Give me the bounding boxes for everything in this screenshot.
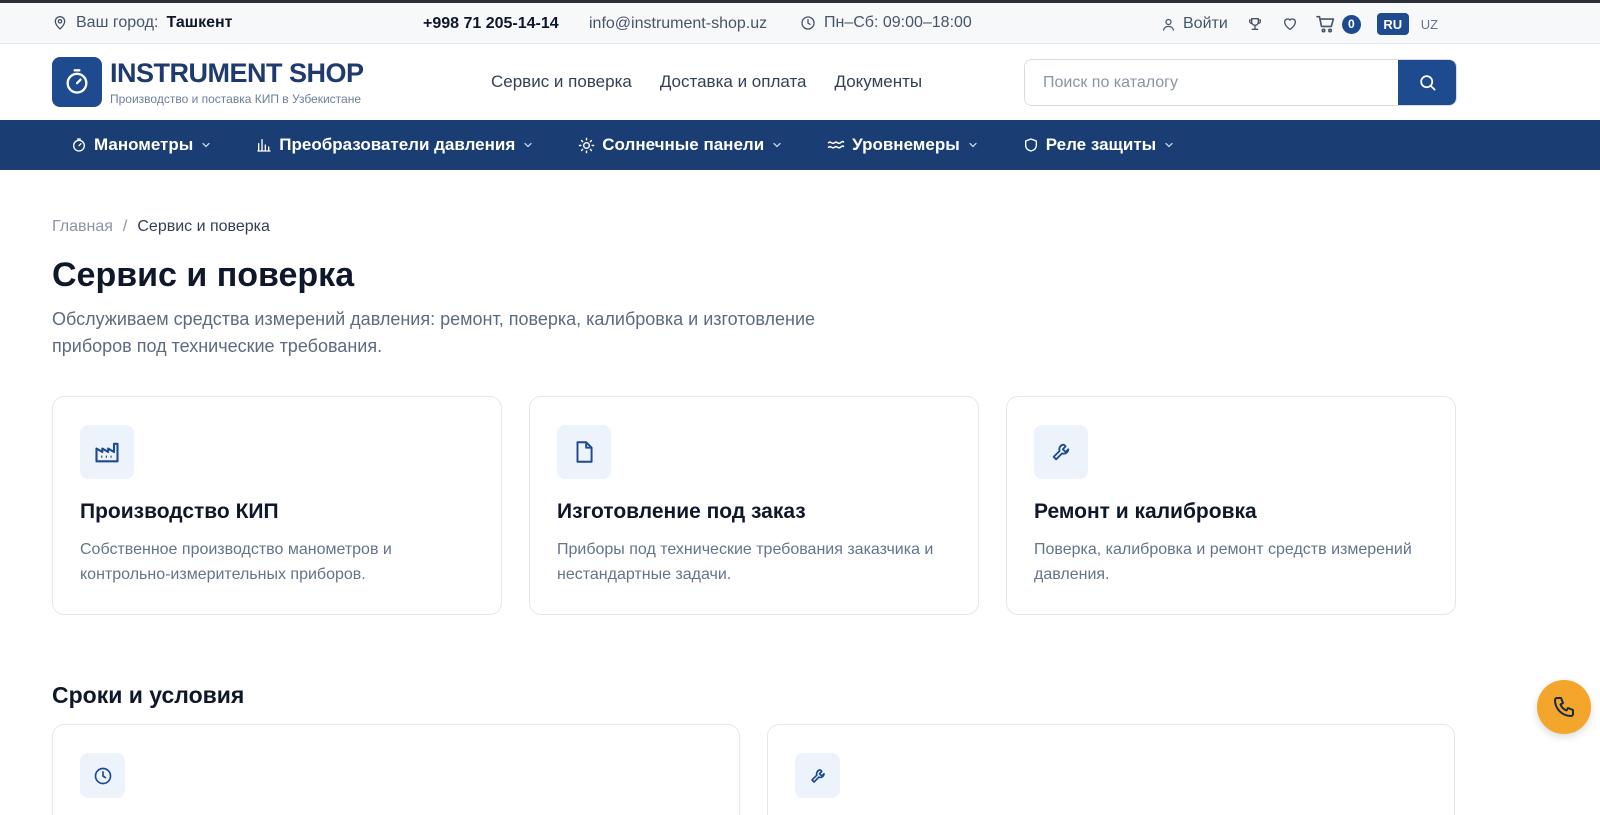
breadcrumb-home[interactable]: Главная — [52, 218, 113, 236]
chevron-down-icon — [771, 139, 783, 151]
breadcrumb-current: Сервис и поверка — [137, 218, 270, 235]
document-icon — [557, 425, 611, 479]
service-card-title: Производство КИП — [80, 500, 279, 523]
category-label: Уровнемеры — [852, 135, 960, 154]
category-manometers[interactable]: Манометры — [71, 135, 212, 155]
wrench-icon — [795, 753, 840, 798]
service-card-title: Ремонт и калибровка — [1034, 500, 1257, 523]
gauge-icon — [71, 137, 87, 153]
login-link[interactable]: Войти — [1161, 15, 1228, 33]
logo-mark[interactable] — [52, 57, 102, 107]
call-button[interactable] — [1537, 680, 1591, 734]
category-pressure-transducers[interactable]: Преобразователи давления — [256, 135, 534, 155]
terms-card-timing[interactable] — [52, 724, 740, 815]
service-card-text: Собственное производство манометров и ко… — [80, 541, 392, 583]
lang-ru-button[interactable]: RU — [1376, 13, 1409, 35]
site-header: INSTRUMENT SHOP Производство и поставка … — [0, 44, 1600, 120]
search-bar — [1024, 59, 1457, 106]
page-lead: Обслуживаем средства измерений давления:… — [52, 309, 816, 356]
category-label: Солнечные панели — [602, 135, 765, 154]
breadcrumb-separator: / — [122, 218, 128, 235]
search-input[interactable] — [1025, 60, 1398, 105]
lang-uz-button[interactable]: UZ — [1421, 17, 1438, 32]
chevron-down-icon — [522, 139, 534, 151]
city-label: Ваш город: — [76, 14, 159, 31]
nav-link-delivery[interactable]: Доставка и оплата — [660, 72, 807, 92]
search-button[interactable] — [1398, 60, 1456, 105]
bars-icon — [256, 137, 272, 153]
service-card-production[interactable]: Производство КИП Собственное производств… — [52, 396, 502, 615]
nav-link-service[interactable]: Сервис и поверка — [491, 72, 632, 92]
login-label: Войти — [1183, 15, 1228, 32]
city-selector[interactable]: Ваш город: Ташкент — [52, 14, 232, 32]
category-label: Манометры — [94, 135, 194, 154]
terms-cards — [52, 724, 1455, 815]
sun-icon — [578, 137, 595, 154]
logo-title[interactable]: INSTRUMENT SHOP — [110, 58, 364, 89]
stopwatch-icon — [63, 68, 91, 96]
cart-button[interactable]: 0 — [1315, 14, 1361, 34]
terms-card-service[interactable] — [767, 724, 1455, 815]
category-label: Реле защиты — [1045, 135, 1157, 154]
search-icon — [1418, 73, 1437, 92]
service-card-text: Приборы под технические требования заказ… — [557, 541, 934, 583]
favorites-heart-icon[interactable] — [1282, 16, 1298, 32]
cart-icon — [1315, 15, 1336, 33]
clock-icon — [80, 753, 125, 798]
compare-icon[interactable] — [1247, 16, 1263, 32]
chevron-down-icon — [967, 139, 979, 151]
location-pin-icon — [52, 15, 68, 31]
service-card-text: Поверка, калибровка и ремонт средств изм… — [1034, 541, 1412, 583]
shield-icon — [1023, 137, 1039, 153]
chevron-down-icon — [200, 139, 212, 151]
category-protection-relays[interactable]: Реле защиты — [1023, 135, 1175, 155]
category-level-meters[interactable]: Уровнемеры — [827, 135, 979, 155]
nav-link-documents[interactable]: Документы — [835, 72, 923, 92]
top-bar: Ваш город: Ташкент +998 71 205-14-14 inf… — [0, 0, 1600, 44]
cart-count-badge: 0 — [1341, 14, 1361, 34]
header-nav: Сервис и поверка Доставка и оплата Докум… — [491, 72, 922, 92]
working-hours: Пн–Сб: 09:00–18:00 — [800, 14, 972, 32]
service-card-title: Изготовление под заказ — [557, 500, 806, 523]
city-name[interactable]: Ташкент — [166, 14, 232, 32]
factory-icon — [80, 425, 134, 479]
chevron-down-icon — [1163, 139, 1175, 151]
phone-link[interactable]: +998 71 205-14-14 — [423, 15, 559, 33]
user-icon — [1161, 17, 1176, 32]
service-cards: Производство КИП Собственное производств… — [52, 396, 1456, 615]
service-card-custom[interactable]: Изготовление под заказ Приборы под техни… — [529, 396, 979, 615]
waves-icon — [827, 137, 845, 153]
hours-text: Пн–Сб: 09:00–18:00 — [824, 14, 972, 31]
service-card-repair[interactable]: Ремонт и калибровка Поверка, калибровка … — [1006, 396, 1456, 615]
phone-icon — [1552, 695, 1576, 719]
category-solar-panels[interactable]: Солнечные панели — [578, 135, 783, 155]
category-label: Преобразователи давления — [279, 135, 516, 154]
clock-icon — [800, 15, 816, 31]
category-nav: Манометры Преобразователи давления Солне… — [0, 120, 1600, 170]
breadcrumb: Главная / Сервис и поверка — [52, 218, 270, 236]
terms-section-title: Сроки и условия — [52, 682, 245, 708]
email-link[interactable]: info@instrument-shop.uz — [589, 15, 767, 33]
logo-subtitle: Производство и поставка КИП в Узбекистан… — [110, 92, 362, 106]
page-title: Сервис и поверка — [52, 256, 355, 294]
user-actions: Войти 0 RU UZ — [1161, 12, 1438, 36]
wrench-icon — [1034, 425, 1088, 479]
